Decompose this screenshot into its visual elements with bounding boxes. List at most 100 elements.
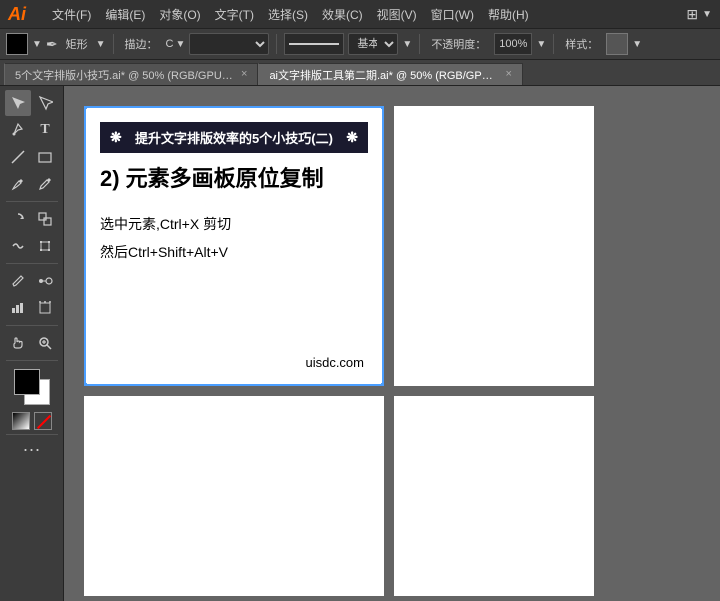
- body-text-2: 然后Ctrl+Shift+Alt+V: [100, 238, 368, 266]
- stroke-style-chevron[interactable]: ▼: [402, 39, 412, 50]
- stroke-chevron[interactable]: ▼: [176, 39, 186, 50]
- artboard-3: [84, 396, 384, 596]
- direct-selection-tool[interactable]: [32, 90, 58, 116]
- tool-row-7: [5, 268, 58, 294]
- paintbrush-tool[interactable]: [5, 171, 31, 197]
- menu-view[interactable]: 视图(V): [371, 4, 423, 25]
- opacity-label: 不透明度：: [427, 34, 490, 54]
- title-bar-right: ⊞ ▼: [686, 6, 712, 23]
- foreground-color-swatch[interactable]: [14, 369, 40, 395]
- tool-separator-2: [6, 263, 58, 264]
- menu-edit[interactable]: 编辑(E): [99, 4, 151, 25]
- stroke-dropdown[interactable]: [189, 33, 269, 55]
- shape-chevron[interactable]: ▼: [96, 39, 106, 50]
- menu-select[interactable]: 选择(S): [262, 4, 314, 25]
- cursor-icon[interactable]: ✒: [46, 36, 58, 53]
- rotate-tool[interactable]: [5, 206, 31, 232]
- blend-tool[interactable]: [32, 268, 58, 294]
- app-logo: Ai: [8, 4, 26, 25]
- resize-handle-tr[interactable]: [381, 106, 384, 109]
- scale-tool[interactable]: [32, 206, 58, 232]
- body-text-1: 选中元素,Ctrl+X 剪切: [100, 210, 368, 238]
- border-label: 描边：: [121, 34, 162, 54]
- artboard-1: ❋ 提升文字排版效率的5个小技巧(二) ❋ 2) 元素多画板原位复制 选中元素,…: [84, 106, 384, 386]
- resize-handle-bl[interactable]: [84, 383, 87, 386]
- opacity-input[interactable]: [494, 33, 532, 55]
- toolbar-separator-1: [113, 34, 114, 54]
- tool-row-8: [5, 295, 58, 321]
- eyedropper-tool[interactable]: [5, 268, 31, 294]
- swatch-container: [14, 369, 50, 405]
- resize-handle-tl[interactable]: [84, 106, 87, 109]
- shape-tool[interactable]: [32, 144, 58, 170]
- resize-handle-br[interactable]: [381, 383, 384, 386]
- watermark: uisdc.com: [305, 355, 364, 370]
- stroke-style-dropdown[interactable]: 基本: [348, 33, 398, 55]
- tab-2[interactable]: ai文字排版工具第二期.ai* @ 50% (RGB/GPU 规范) ×: [258, 63, 522, 85]
- selection-tool[interactable]: [5, 90, 31, 116]
- zoom-tool[interactable]: [32, 330, 58, 356]
- menu-object[interactable]: 对象(O): [153, 4, 206, 25]
- chevron-swatch[interactable]: ▼: [32, 39, 42, 50]
- gradient-btn[interactable]: [12, 412, 30, 430]
- fill-controls: [12, 412, 52, 430]
- artboard-2: [394, 106, 594, 386]
- banner-title: 提升文字排版效率的5个小技巧(二): [135, 128, 333, 147]
- toolbar-separator-2: [276, 34, 277, 54]
- tabs-bar: 5个文字排版小技巧.ai* @ 50% (RGB/GPU 预览) × ai文字排…: [0, 60, 720, 86]
- tool-row-9: [5, 330, 58, 356]
- free-transform-tool[interactable]: [32, 233, 58, 259]
- tool-row-1: [5, 90, 58, 116]
- main-area: T: [0, 86, 720, 601]
- tab-1-close[interactable]: ×: [241, 69, 247, 80]
- none-fill-btn[interactable]: [34, 412, 52, 430]
- menu-effect[interactable]: 效果(C): [316, 4, 369, 25]
- more-tools-btn[interactable]: ···: [23, 439, 41, 460]
- stroke-line: [289, 43, 339, 45]
- artboard-tool[interactable]: [32, 295, 58, 321]
- tool-row-5: [5, 206, 58, 232]
- color-swatches: [14, 369, 50, 405]
- tab-1[interactable]: 5个文字排版小技巧.ai* @ 50% (RGB/GPU 预览) ×: [4, 63, 258, 85]
- menu-window[interactable]: 窗口(W): [425, 4, 480, 25]
- tool-row-4: [5, 171, 58, 197]
- stroke-control[interactable]: C ▼: [166, 38, 186, 50]
- toolbox: T: [0, 86, 64, 601]
- shape-color-swatch[interactable]: [6, 33, 28, 55]
- graph-tool[interactable]: [5, 295, 31, 321]
- tab-2-close[interactable]: ×: [505, 69, 511, 80]
- canvas-area[interactable]: ❋ 提升文字排版效率的5个小技巧(二) ❋ 2) 元素多画板原位复制 选中元素,…: [64, 86, 720, 601]
- line-tool[interactable]: [5, 144, 31, 170]
- style-chevron[interactable]: ▼: [632, 39, 642, 50]
- toolbar-separator-3: [419, 34, 420, 54]
- opacity-chevron[interactable]: ▼: [536, 39, 546, 50]
- tab-2-label: ai文字排版工具第二期.ai* @ 50% (RGB/GPU 规范): [269, 67, 499, 83]
- stroke-preview[interactable]: [284, 33, 344, 55]
- toolbar-separator-4: [553, 34, 554, 54]
- shape-label[interactable]: 矩形: [62, 34, 92, 54]
- pen-tool[interactable]: [5, 117, 31, 143]
- type-tool[interactable]: T: [32, 117, 58, 143]
- toolbar: ▼ ✒ 矩形 ▼ 描边： C ▼ 基本 ▼ 不透明度： ▼ 样式： ▼: [0, 28, 720, 60]
- style-swatch[interactable]: [606, 33, 628, 55]
- pencil-tool[interactable]: [32, 171, 58, 197]
- menu-bar: 文件(F) 编辑(E) 对象(O) 文字(T) 选择(S) 效果(C) 视图(V…: [46, 4, 535, 25]
- chevron-icon[interactable]: ▼: [702, 9, 712, 20]
- banner-icon-right: ❋: [346, 129, 358, 146]
- menu-type[interactable]: 文字(T): [209, 4, 260, 25]
- menu-help[interactable]: 帮助(H): [482, 4, 535, 25]
- artboard-4: [394, 396, 594, 596]
- menu-file[interactable]: 文件(F): [46, 4, 97, 25]
- grid-icon[interactable]: ⊞: [686, 6, 698, 23]
- hand-tool[interactable]: [5, 330, 31, 356]
- artboards-grid: ❋ 提升文字排版效率的5个小技巧(二) ❋ 2) 元素多画板原位复制 选中元素,…: [84, 106, 594, 596]
- tool-separator-5: [6, 434, 58, 435]
- title-bar: Ai 文件(F) 编辑(E) 对象(O) 文字(T) 选择(S) 效果(C) 视…: [0, 0, 720, 28]
- style-label: 样式：: [561, 34, 602, 54]
- tool-separator-3: [6, 325, 58, 326]
- tool-separator-4: [6, 360, 58, 361]
- warp-tool[interactable]: [5, 233, 31, 259]
- main-title: 2) 元素多画板原位复制: [100, 165, 368, 194]
- tool-separator-1: [6, 201, 58, 202]
- tool-row-2: T: [5, 117, 58, 143]
